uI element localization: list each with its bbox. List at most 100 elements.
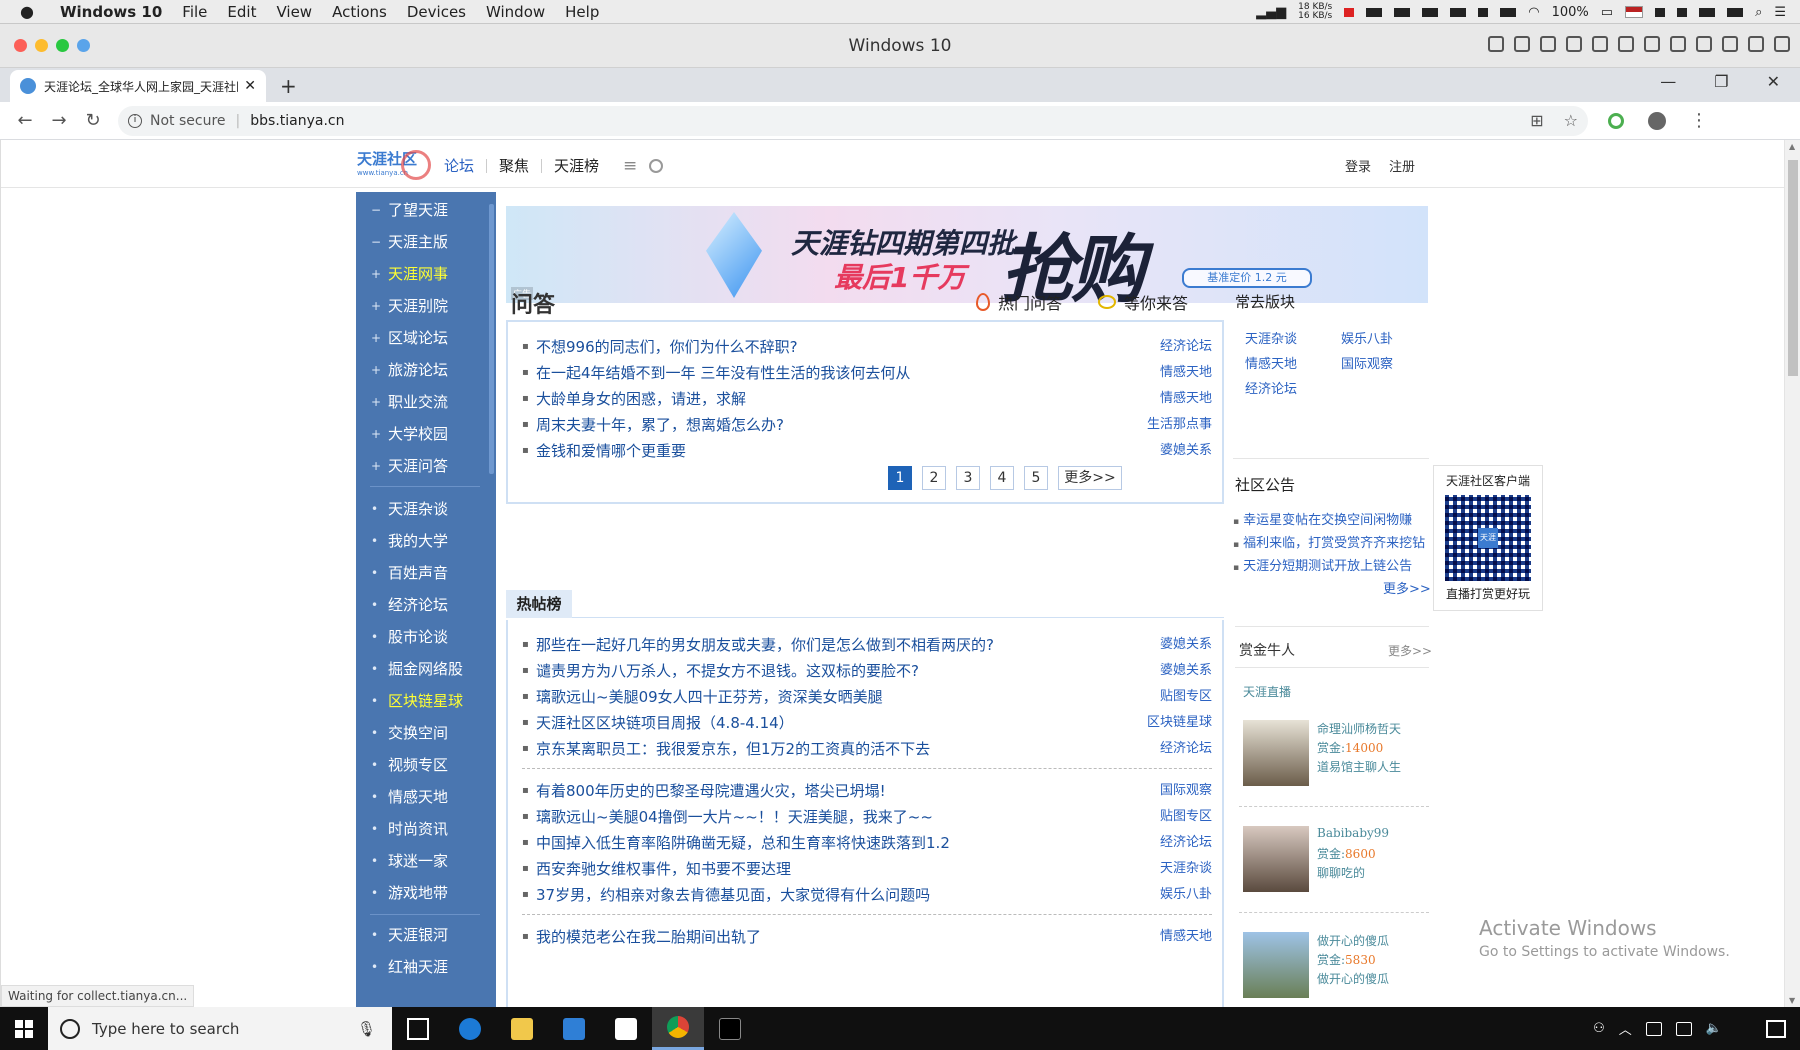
reload-icon[interactable]: ↻: [76, 110, 110, 131]
terminal-button[interactable]: [704, 1007, 756, 1050]
tianya-logo[interactable]: 天涯社区 www.tianya.cn: [357, 148, 431, 182]
close-tab-icon[interactable]: ✕: [244, 78, 256, 94]
notice-item[interactable]: ▪ 福利来临，打赏受赏齐齐来挖钻: [1233, 532, 1429, 551]
hamburger-menu-icon[interactable]: ≡: [623, 156, 637, 176]
scroll-down-icon[interactable]: ▼: [1789, 996, 1795, 1005]
menu-file[interactable]: File: [182, 3, 207, 21]
post-title-link[interactable]: 西安奔驰女维权事件，知书要不要达理: [536, 856, 791, 882]
scrollbar-thumb[interactable]: [1788, 160, 1798, 376]
page-scrollbar[interactable]: ▲ ▼: [1784, 140, 1800, 1007]
usb-icon[interactable]: [1540, 36, 1556, 52]
disc-icon[interactable]: [1566, 36, 1582, 52]
network-icon[interactable]: [1675, 1021, 1692, 1036]
menu-devices[interactable]: Devices: [407, 3, 466, 21]
sidebar-item[interactable]: + 职业交流: [356, 386, 486, 418]
avatar[interactable]: [1243, 720, 1309, 786]
register-link[interactable]: 注册: [1389, 156, 1415, 175]
post-category-link[interactable]: 情感天地: [1160, 386, 1212, 412]
sidebar-item[interactable]: + 天涯别院: [356, 290, 486, 322]
menu-edit[interactable]: Edit: [227, 3, 256, 21]
tab-waiting-qa[interactable]: 等你来答: [1098, 290, 1188, 314]
sidebar-item[interactable]: • 球迷一家: [356, 845, 486, 877]
back-icon[interactable]: ←: [8, 110, 42, 131]
search-icon[interactable]: [649, 159, 664, 173]
sidebar-item[interactable]: − 了望天涯: [356, 194, 486, 226]
tab-hot-posts[interactable]: 热帖榜: [506, 590, 572, 618]
post-title-link[interactable]: 大龄单身女的困惑，请进，求解: [536, 386, 746, 412]
post-title-link[interactable]: 有着800年历史的巴黎圣母院遭遇火灾，塔尖已坍塌!: [536, 778, 886, 804]
notification-center-icon[interactable]: [1766, 1019, 1786, 1038]
menubar-extra-icon[interactable]: [1655, 7, 1666, 17]
menubar-extra-icon[interactable]: [1366, 7, 1383, 17]
sidebar-item[interactable]: + 区域论坛: [356, 322, 486, 354]
post-title-link[interactable]: 37岁男，约相亲对象去肯德基见面，大家觉得有什么问题吗: [536, 882, 930, 908]
taskbar-search-box[interactable]: Type here to search 🎙: [48, 1007, 392, 1050]
leaderboard-more-link[interactable]: 更多>>: [1388, 642, 1432, 659]
post-category-link[interactable]: 经济论坛: [1160, 736, 1212, 762]
avatar[interactable]: [1243, 932, 1309, 998]
room-title[interactable]: 道易馆主聊人生: [1317, 758, 1401, 775]
sidebar-item[interactable]: • 天涯杂谈: [356, 493, 486, 525]
menu-help[interactable]: Help: [565, 3, 599, 21]
menubar-extra-icon[interactable]: [1394, 7, 1411, 17]
bookmark-star-icon[interactable]: ☆: [1564, 111, 1578, 130]
post-category-link[interactable]: 贴图专区: [1160, 684, 1212, 710]
sidebar-item[interactable]: • 经济论坛: [356, 589, 486, 621]
menu-window[interactable]: Window: [486, 3, 545, 21]
sidebar-item[interactable]: • 掘金网络股: [356, 653, 486, 685]
page-4-button[interactable]: 4: [990, 466, 1014, 490]
post-title-link[interactable]: 京东某离职员工：我很爱京东，但1万2的工资真的活不下去: [536, 736, 930, 762]
tab-hot-qa[interactable]: 热门问答: [976, 290, 1062, 314]
volume-icon[interactable]: 🔈: [1706, 1021, 1722, 1036]
sidebar-item[interactable]: + 天涯问答: [356, 450, 486, 482]
leaderboard-entry[interactable]: Babibaby99 赏金:8600 聊聊吃的: [1243, 826, 1433, 896]
board-link[interactable]: 经济论坛: [1245, 378, 1297, 397]
menubar-extra-icon[interactable]: [1478, 7, 1489, 17]
post-title-link[interactable]: 璃歌远山~美腿09女人四十正芬芳，资深美女晒美腿: [536, 684, 883, 710]
scroll-up-icon[interactable]: ▲: [1789, 142, 1795, 151]
post-title-link[interactable]: 周末夫妻十年，累了，想离婚怎么办?: [536, 412, 784, 438]
board-link[interactable]: 天涯杂谈: [1245, 328, 1297, 347]
menubar-extra-icon[interactable]: [1727, 7, 1744, 17]
sidebar-item[interactable]: • 交换空间: [356, 717, 486, 749]
control-center-icon[interactable]: ☰: [1774, 5, 1786, 20]
arrow-left-icon[interactable]: [1748, 36, 1764, 52]
spotlight-icon[interactable]: ⌕: [1755, 5, 1762, 20]
sidebar-item[interactable]: + 旅游论坛: [356, 354, 486, 386]
post-category-link[interactable]: 生活那点事: [1147, 412, 1212, 438]
board-link[interactable]: 情感天地: [1245, 353, 1297, 372]
browser-tab[interactable]: 天涯论坛_全球华人网上家园_天涯社区 ✕: [10, 70, 266, 102]
sidebar-item[interactable]: − 天涯主版: [356, 226, 486, 258]
post-category-link[interactable]: 婆媳关系: [1160, 438, 1212, 464]
promo-banner[interactable]: 天涯钻四期第四批 最后1千万 抢购 基准定价 1.2 元 广告: [506, 206, 1428, 303]
start-button[interactable]: [0, 1007, 48, 1050]
page-3-button[interactable]: 3: [956, 466, 980, 490]
post-title-link[interactable]: 我的模范老公在我二胎期间出轨了: [536, 924, 761, 950]
file-explorer-button[interactable]: [496, 1007, 548, 1050]
address-url[interactable]: bbs.tianya.cn: [250, 113, 344, 129]
profile-avatar-icon[interactable]: [1648, 111, 1666, 130]
page-5-button[interactable]: 5: [1024, 466, 1048, 490]
sidebar-item[interactable]: • 视频专区: [356, 749, 486, 781]
minimize-icon[interactable]: —: [1660, 72, 1676, 91]
app-qr-card[interactable]: 天涯社区客户端 天涯 直播打赏更好玩: [1433, 465, 1543, 611]
folder-icon[interactable]: [1722, 36, 1738, 52]
menu-actions[interactable]: Actions: [332, 3, 387, 21]
sidebar-item[interactable]: • 我的大学: [356, 525, 486, 557]
record-icon[interactable]: [1344, 7, 1355, 17]
forward-icon[interactable]: →: [42, 110, 76, 131]
microphone-icon[interactable]: 🎙: [357, 1020, 376, 1038]
wifi-icon[interactable]: ◠: [1528, 5, 1539, 20]
people-icon[interactable]: ⚇: [1593, 1021, 1605, 1036]
live-label[interactable]: 天涯直播: [1243, 683, 1291, 700]
address-bar[interactable]: i Not secure | bbs.tianya.cn ⊞ ☆: [118, 105, 1588, 136]
chrome-button[interactable]: [652, 1007, 704, 1050]
translate-icon[interactable]: ⊞: [1530, 111, 1543, 130]
chevron-up-icon[interactable]: ︿: [1619, 1019, 1632, 1038]
sidebar-item[interactable]: • 时尚资讯: [356, 813, 486, 845]
leaderboard-entry[interactable]: 做开心的傻瓜 赏金:5830 做开心的傻瓜: [1243, 932, 1433, 1002]
board-link[interactable]: 娱乐八卦: [1341, 328, 1393, 347]
sidebar-item[interactable]: • 天涯银河: [356, 919, 486, 951]
menu-view[interactable]: View: [276, 3, 312, 21]
post-title-link[interactable]: 谴责男方为八万杀人，不提女方不退钱。这双标的要脸不?: [536, 658, 919, 684]
